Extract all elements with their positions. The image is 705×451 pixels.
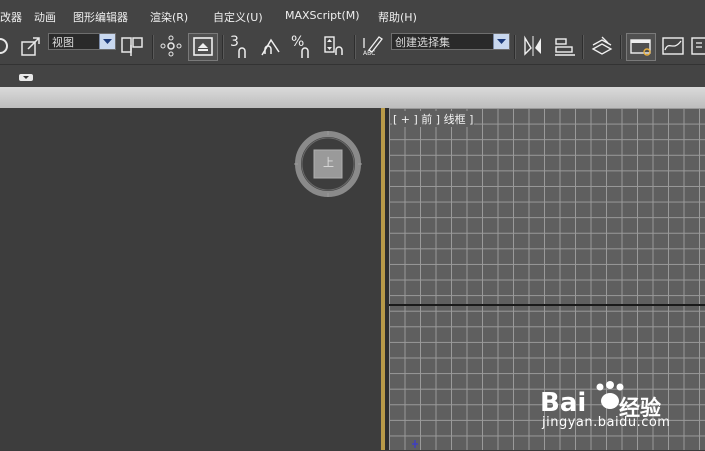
- viewcube[interactable]: 上: [294, 131, 362, 199]
- toolbar-separator: [152, 35, 154, 59]
- main-toolbar: 视图 3 % ABC 创建选择集: [0, 31, 705, 65]
- menu-help[interactable]: 帮助(H): [378, 9, 417, 25]
- schematic-view-icon[interactable]: [690, 34, 705, 58]
- edit-named-selection-icon[interactable]: ABC: [361, 34, 385, 58]
- viewport-horizontal-axis-line: [389, 304, 705, 306]
- pivot-center-icon[interactable]: [120, 34, 144, 58]
- toolbar-separator: [514, 35, 516, 59]
- toolbar-separator: [620, 35, 622, 59]
- ribbon-panel: [0, 87, 705, 108]
- menu-customize[interactable]: 自定义(U): [213, 9, 263, 25]
- scale-icon[interactable]: [19, 34, 43, 58]
- ribbon-toggle-strip: [0, 65, 705, 87]
- mirror-icon[interactable]: [521, 34, 545, 58]
- scene-explorer-button[interactable]: [626, 33, 656, 61]
- keyboard-shortcut-override-button[interactable]: [188, 33, 218, 61]
- viewport-front-label[interactable]: [ + ] 前 ] 线框 ]: [392, 111, 475, 127]
- named-selection-set-select[interactable]: 创建选择集: [391, 33, 510, 50]
- abc-label: ABC: [363, 50, 376, 57]
- select-manipulate-icon[interactable]: [159, 34, 183, 58]
- viewcube-face-label: 上: [323, 156, 334, 169]
- align-icon[interactable]: [553, 34, 577, 58]
- reference-coordinate-value: 视图: [52, 36, 74, 49]
- ribbon-toggle-button[interactable]: [19, 74, 33, 81]
- spinner-snap-icon[interactable]: [322, 34, 346, 58]
- named-selection-set-value: 创建选择集: [395, 36, 450, 49]
- menu-graph-editors[interactable]: 图形编辑器: [73, 9, 128, 25]
- menu-animation[interactable]: 动画: [34, 9, 56, 25]
- layer-manager-icon[interactable]: [590, 34, 614, 58]
- angle-snap-icon[interactable]: [259, 34, 283, 58]
- watermark-url: jingyan.baidu.com: [542, 415, 671, 430]
- chevron-down-icon: [99, 34, 115, 49]
- toolbar-separator: [222, 35, 224, 59]
- rotate-icon[interactable]: [0, 34, 14, 58]
- menu-rendering[interactable]: 渲染(R): [150, 9, 188, 25]
- menu-modifiers[interactable]: 改器: [0, 9, 22, 25]
- chevron-down-icon: [493, 34, 509, 49]
- baidu-logo-text: Bai: [540, 388, 587, 418]
- axis-tripod-icon: [411, 440, 419, 451]
- menu-bar: 改器 动画 图形编辑器 渲染(R) 自定义(U) MAXScript(M) 帮助…: [0, 0, 705, 31]
- toolbar-separator: [354, 35, 356, 59]
- curve-editor-icon[interactable]: [661, 34, 685, 58]
- snap-3d-icon[interactable]: 3: [229, 34, 253, 58]
- reference-coordinate-select[interactable]: 视图: [48, 33, 116, 50]
- menu-maxscript[interactable]: MAXScript(M): [285, 9, 360, 22]
- percent-snap-icon[interactable]: %: [289, 34, 313, 58]
- toolbar-separator: [582, 35, 584, 59]
